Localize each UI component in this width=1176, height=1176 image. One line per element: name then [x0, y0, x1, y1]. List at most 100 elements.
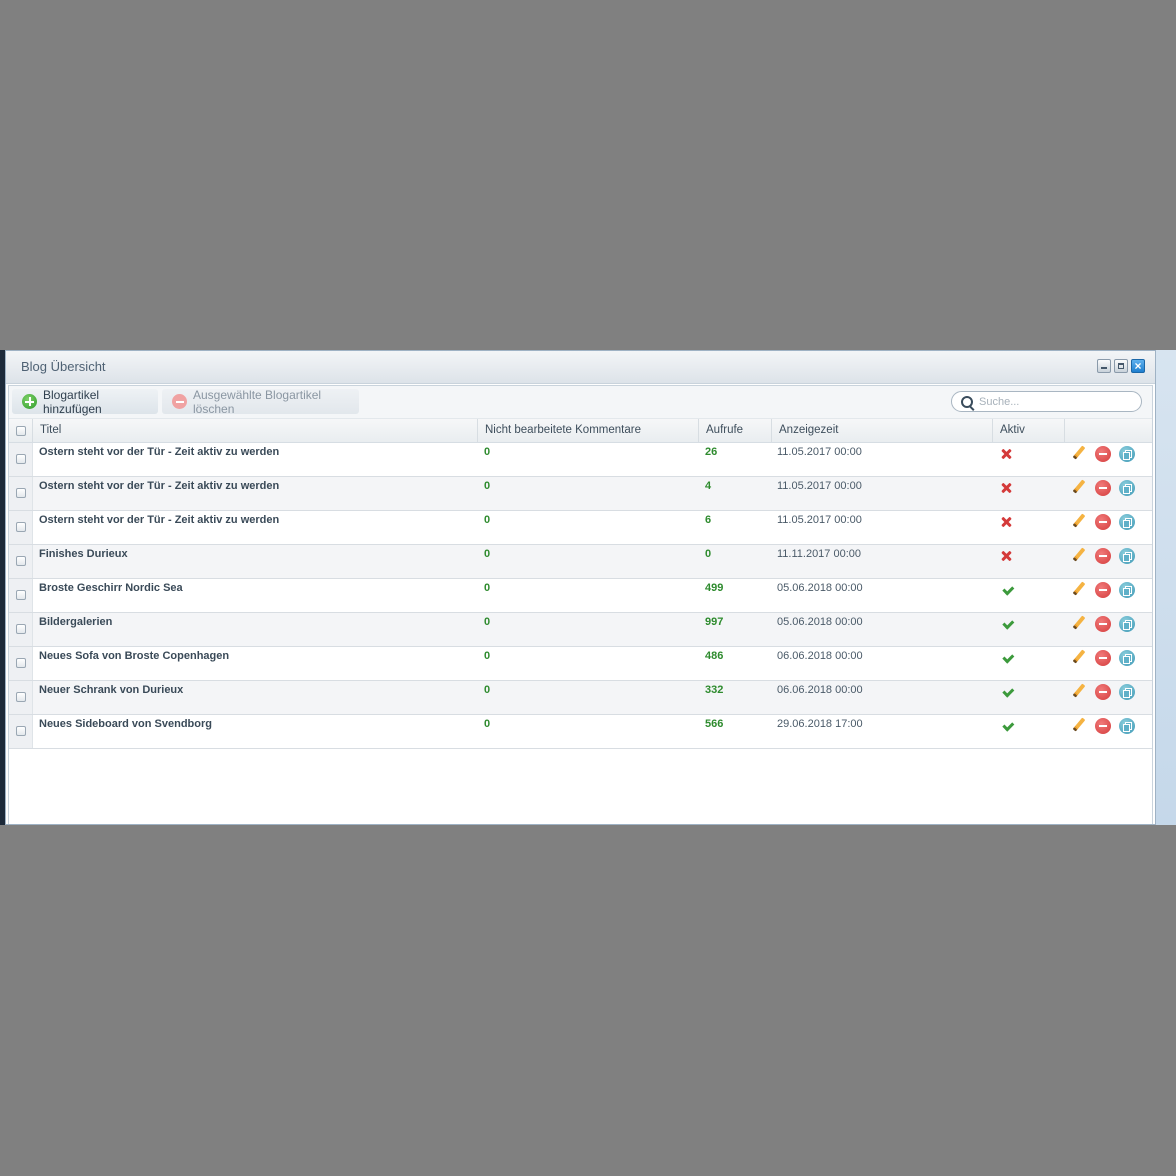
table-row[interactable]: Neues Sideboard von Svendborg 0 566 29.06.2…: [9, 715, 1152, 749]
window-titlebar[interactable]: Blog Übersicht ×: [6, 351, 1155, 384]
row-comments: 0: [484, 616, 491, 628]
select-all-checkbox[interactable]: [16, 426, 26, 436]
delete-row-icon[interactable]: [1095, 616, 1111, 632]
duplicate-row-icon[interactable]: [1119, 446, 1135, 462]
edit-pencil-icon[interactable]: [1071, 582, 1087, 598]
column-header-views[interactable]: Aufrufe: [698, 419, 771, 442]
maximize-icon[interactable]: [1114, 359, 1128, 373]
close-icon[interactable]: ×: [1131, 359, 1145, 373]
duplicate-row-icon[interactable]: [1119, 514, 1135, 530]
row-display-time: 11.05.2017 00:00: [777, 480, 862, 492]
column-header-active[interactable]: Aktiv: [992, 419, 1064, 442]
row-views: 4: [705, 480, 712, 492]
table-row[interactable]: Ostern steht vor der Tür - Zeit aktiv zu…: [9, 477, 1152, 511]
delete-row-icon[interactable]: [1095, 548, 1111, 564]
delete-row-icon[interactable]: [1095, 582, 1111, 598]
duplicate-row-icon[interactable]: [1119, 480, 1135, 496]
row-title: Bildergalerien: [39, 616, 113, 628]
delete-row-icon[interactable]: [1095, 480, 1111, 496]
duplicate-row-icon[interactable]: [1119, 650, 1135, 666]
edit-pencil-icon[interactable]: [1071, 446, 1087, 462]
row-display-time: 11.05.2017 00:00: [777, 514, 862, 526]
row-views: 566: [705, 718, 724, 730]
row-checkbox[interactable]: [16, 454, 26, 464]
active-check-icon[interactable]: [1000, 650, 1013, 663]
row-comments: 0: [484, 480, 491, 492]
duplicate-row-icon[interactable]: [1119, 582, 1135, 598]
table-row[interactable]: Ostern steht vor der Tür - Zeit aktiv zu…: [9, 511, 1152, 545]
edit-pencil-icon[interactable]: [1071, 684, 1087, 700]
row-checkbox[interactable]: [16, 522, 26, 532]
column-header-display-time[interactable]: Anzeigezeit: [771, 419, 992, 442]
table-row[interactable]: Neues Sofa von Broste Copenhagen 0 486 06.0…: [9, 647, 1152, 681]
delete-row-icon[interactable]: [1095, 684, 1111, 700]
row-checkbox[interactable]: [16, 692, 26, 702]
inactive-x-icon[interactable]: [999, 549, 1013, 563]
table-row[interactable]: Ostern steht vor der Tür - Zeit aktiv zu…: [9, 443, 1152, 477]
edit-pencil-icon[interactable]: [1071, 514, 1087, 530]
edit-pencil-icon[interactable]: [1071, 650, 1087, 666]
duplicate-row-icon[interactable]: [1119, 718, 1135, 734]
row-title: Ostern steht vor der Tür - Zeit aktiv zu…: [39, 446, 280, 458]
row-checkbox[interactable]: [16, 556, 26, 566]
minus-circle-icon: [172, 394, 187, 409]
delete-row-icon[interactable]: [1095, 514, 1111, 530]
minimize-icon[interactable]: [1097, 359, 1111, 373]
edit-pencil-icon[interactable]: [1071, 718, 1087, 734]
delete-selected-button[interactable]: Ausgewählte Blogartikel löschen: [162, 388, 359, 416]
active-check-icon[interactable]: [1000, 616, 1013, 629]
duplicate-row-icon[interactable]: [1119, 684, 1135, 700]
row-display-time: 29.06.2018 17:00: [777, 718, 863, 730]
row-checkbox[interactable]: [16, 726, 26, 736]
delete-row-icon[interactable]: [1095, 718, 1111, 734]
row-comments: 0: [484, 684, 491, 696]
inactive-x-icon[interactable]: [999, 447, 1013, 461]
row-checkbox[interactable]: [16, 658, 26, 668]
toolbar: Blogartikel hinzufügen Ausgewählte Bloga…: [9, 386, 1152, 419]
row-views: 0: [705, 548, 712, 560]
column-header-comments[interactable]: Nicht bearbeitete Kommentare: [477, 419, 698, 442]
row-comments: 0: [484, 548, 491, 560]
table-row[interactable]: Finishes Durieux 0 0 11.11.2017 00:00: [9, 545, 1152, 579]
search-input[interactable]: [979, 394, 1129, 409]
inactive-x-icon[interactable]: [999, 481, 1013, 495]
search-box[interactable]: [951, 391, 1142, 412]
row-checkbox[interactable]: [16, 624, 26, 634]
duplicate-row-icon[interactable]: [1119, 548, 1135, 564]
row-title: Broste Geschirr Nordic Sea: [39, 582, 183, 594]
row-title: Neues Sideboard von Svendborg: [39, 718, 212, 730]
edit-pencil-icon[interactable]: [1071, 616, 1087, 632]
row-comments: 0: [484, 582, 491, 594]
edit-pencil-icon[interactable]: [1071, 480, 1087, 496]
add-blog-article-button[interactable]: Blogartikel hinzufügen: [12, 388, 158, 416]
column-header-title[interactable]: Titel: [32, 419, 477, 442]
row-title: Neues Sofa von Broste Copenhagen: [39, 650, 230, 662]
background-panel-edge: [1156, 350, 1176, 825]
delete-row-icon[interactable]: [1095, 650, 1111, 666]
window-title: Blog Übersicht: [21, 359, 106, 374]
row-title: Neuer Schrank von Durieux: [39, 684, 184, 696]
row-views: 486: [705, 650, 724, 662]
row-views: 6: [705, 514, 712, 526]
row-display-time: 11.11.2017 00:00: [777, 548, 862, 560]
active-check-icon[interactable]: [1000, 718, 1013, 731]
duplicate-row-icon[interactable]: [1119, 616, 1135, 632]
row-display-time: 06.06.2018 00:00: [777, 684, 863, 696]
row-views: 332: [705, 684, 724, 696]
search-icon: [961, 396, 973, 408]
active-check-icon[interactable]: [1000, 684, 1013, 697]
active-check-icon[interactable]: [1000, 582, 1013, 595]
inactive-x-icon[interactable]: [999, 515, 1013, 529]
row-title: Ostern steht vor der Tür - Zeit aktiv zu…: [39, 480, 280, 492]
column-header-actions: [1064, 419, 1154, 442]
grid-panel: Blogartikel hinzufügen Ausgewählte Bloga…: [8, 385, 1153, 824]
table-row[interactable]: Neuer Schrank von Durieux 0 332 06.06.2018 …: [9, 681, 1152, 715]
row-checkbox[interactable]: [16, 488, 26, 498]
row-views: 499: [705, 582, 724, 594]
table-row[interactable]: Broste Geschirr Nordic Sea 0 499 05.06.2018…: [9, 579, 1152, 613]
table-row[interactable]: Bildergalerien 0 997 05.06.2018 00:00: [9, 613, 1152, 647]
row-comments: 0: [484, 514, 491, 526]
row-checkbox[interactable]: [16, 590, 26, 600]
edit-pencil-icon[interactable]: [1071, 548, 1087, 564]
delete-row-icon[interactable]: [1095, 446, 1111, 462]
